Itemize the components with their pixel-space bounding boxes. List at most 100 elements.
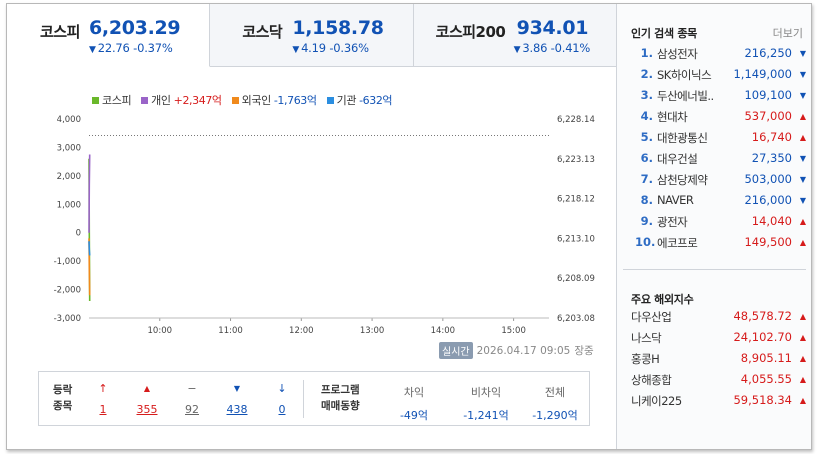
- breadth-count[interactable]: 0: [262, 403, 302, 416]
- world-index-item[interactable]: 나스닥 24,102.70 ▲: [617, 330, 812, 351]
- legend-individual[interactable]: 개인 +2,347억: [141, 92, 222, 108]
- y-right-tick-label: 6,228.14: [557, 115, 595, 125]
- stock-price: 16,740: [751, 130, 792, 144]
- down-arrow-icon: ▼: [799, 91, 806, 100]
- index-name: 나스닥: [631, 331, 662, 345]
- down-arrow-icon: ▼: [799, 49, 806, 58]
- popular-item[interactable]: 4. 현대차 537,000 ▲: [617, 109, 812, 130]
- up-arrow-icon: ▲: [799, 375, 806, 384]
- tab-value: 6,203.29: [89, 17, 181, 39]
- down-arrow-icon: ▼: [89, 45, 96, 55]
- stock-name[interactable]: 현대차: [657, 109, 727, 125]
- realtime-badge[interactable]: 실시간: [439, 342, 473, 359]
- fall-icon: ▼: [233, 384, 241, 393]
- world-index-item[interactable]: 다우산업 48,578.72 ▲: [617, 309, 812, 330]
- tab-value: 1,158.78: [292, 17, 384, 39]
- breadth-upper-limit: ↑ 1: [83, 382, 123, 416]
- index-name: 홍콩H: [631, 352, 660, 366]
- index-value: 4,055.55: [740, 372, 792, 386]
- breadth-count[interactable]: 92: [172, 403, 212, 416]
- tab-change: ▼ 3.86 -0.41%: [513, 41, 591, 55]
- world-index-item[interactable]: 상해종합 4,055.55 ▲: [617, 372, 812, 393]
- breadth-count[interactable]: 355: [127, 403, 167, 416]
- stock-name[interactable]: NAVER: [657, 193, 727, 207]
- sidebar-divider: [623, 269, 806, 270]
- down-arrow-icon: ▼: [799, 154, 806, 163]
- tab-kospi[interactable]: 코스피 6,203.29 ▼ 22.76 -0.37%: [7, 4, 211, 67]
- rank-number: 3.: [640, 88, 653, 102]
- index-name: 니케이225: [631, 394, 682, 408]
- popular-item[interactable]: 10. 에코프로 149,500 ▲: [617, 235, 812, 256]
- program-arbitrage: 차익 -49억: [399, 386, 429, 422]
- series-individual: [88, 154, 91, 233]
- rank-number: 9.: [640, 214, 653, 228]
- flat-icon: −: [187, 382, 197, 395]
- series-institution: [88, 241, 91, 256]
- breadth-count[interactable]: 1: [83, 403, 123, 416]
- y-left-tick-label: 1,000: [57, 200, 81, 210]
- popular-item[interactable]: 7. 삼천당제약 503,000 ▼: [617, 172, 812, 193]
- breadth-lower-limit: ↓ 0: [262, 382, 302, 416]
- tab-kosdaq[interactable]: 코스닥 1,158.78 ▼ 4.19 -0.36%: [210, 4, 414, 66]
- lower-limit-icon: ↓: [277, 382, 287, 395]
- rank-number: 5.: [640, 130, 653, 144]
- stock-price: 14,040: [751, 214, 792, 228]
- world-index-item[interactable]: 니케이225 59,518.34 ▲: [617, 393, 812, 414]
- y-left-tick-label: 4,000: [57, 115, 81, 125]
- popular-list: 1. 삼성전자 216,250 ▼ 2. SK하이닉스 1,149,000 ▼ 3. 두산에너빌.…: [617, 46, 812, 256]
- popular-item[interactable]: 3. 두산에너빌.. 109,100 ▼: [617, 88, 812, 109]
- rank-number: 10.: [635, 235, 656, 249]
- program-total: 전체 -1,290억: [532, 386, 578, 422]
- x-tick-label: 15:00: [501, 326, 526, 336]
- world-index-item[interactable]: 홍콩H 8,905.11 ▲: [617, 351, 812, 372]
- index-value: 8,905.11: [740, 351, 792, 365]
- index-name: 다우산업: [631, 310, 672, 324]
- up-arrow-icon: ▲: [799, 333, 806, 342]
- breadth-count[interactable]: 438: [217, 403, 257, 416]
- more-link[interactable]: 더보기: [773, 25, 803, 41]
- legend-kospi[interactable]: 코스피: [92, 92, 132, 108]
- y-left-tick-label: -1,000: [54, 257, 81, 267]
- world-index-list: 다우산업 48,578.72 ▲ 나스닥 24,102.70 ▲ 홍콩H 8,905.11 ▲ 상…: [617, 309, 812, 414]
- stock-name[interactable]: 에코프로: [657, 235, 727, 251]
- timestamp: 실시간 2026.04.17 09:05 장중: [439, 342, 594, 359]
- popular-item[interactable]: 5. 대한광통신 16,740 ▲: [617, 130, 812, 151]
- down-arrow-icon: ▼: [799, 196, 806, 205]
- market-widget: 코스피 6,203.29 ▼ 22.76 -0.37% 코스닥 1,158.78 …: [6, 3, 812, 450]
- index-value: 48,578.72: [733, 309, 792, 323]
- legend-swatch: [141, 96, 149, 104]
- program-section: 프로그램 매매동향 차익 -49억 비차익 -1,241억 전체 -1,290억: [303, 372, 589, 425]
- y-left-tick-label: -2,000: [54, 286, 81, 296]
- main-panel: 코스피 6,203.29 ▼ 22.76 -0.37% 코스닥 1,158.78 …: [7, 4, 616, 449]
- stock-price: 27,350: [751, 151, 792, 165]
- stock-name[interactable]: 두산에너빌..: [657, 88, 727, 104]
- up-arrow-icon: ▲: [799, 133, 806, 142]
- stock-name[interactable]: 삼천당제약: [657, 172, 727, 188]
- tab-name: 코스닥: [242, 23, 283, 41]
- stock-name[interactable]: SK하이닉스: [657, 67, 727, 83]
- stock-price: 1,149,000: [733, 67, 792, 81]
- popular-item[interactable]: 8. NAVER 216,000 ▼: [617, 193, 812, 214]
- breadth-fall: ▼ 438: [217, 382, 257, 416]
- x-tick-label: 11:00: [218, 326, 243, 336]
- popular-item[interactable]: 6. 대우건설 27,350 ▼: [617, 151, 812, 172]
- stock-price: 216,250: [744, 46, 792, 60]
- stock-name[interactable]: 대우건설: [657, 151, 727, 167]
- legend-institution[interactable]: 기관 -632억: [326, 92, 393, 108]
- popular-item[interactable]: 2. SK하이닉스 1,149,000 ▼: [617, 67, 812, 88]
- stock-name[interactable]: 삼성전자: [657, 46, 727, 62]
- stock-name[interactable]: 광전자: [657, 214, 727, 230]
- y-left-tick-label: 3,000: [57, 143, 81, 153]
- index-name: 상해종합: [631, 373, 672, 387]
- legend-foreign[interactable]: 외국인 -1,763억: [231, 92, 317, 108]
- program-nonarbitrage: 비차익 -1,241억: [463, 386, 509, 422]
- upper-limit-icon: ↑: [98, 382, 108, 395]
- popular-item[interactable]: 1. 삼성전자 216,250 ▼: [617, 46, 812, 67]
- tab-kospi200[interactable]: 코스피200 934.01 ▼ 3.86 -0.41%: [413, 4, 616, 66]
- popular-item[interactable]: 9. 광전자 14,040 ▲: [617, 214, 812, 235]
- x-tick-label: 10:00: [148, 326, 173, 336]
- stock-name[interactable]: 대한광통신: [657, 130, 727, 146]
- stock-price: 537,000: [744, 109, 792, 123]
- breadth-rise: ▲ 355: [127, 382, 167, 416]
- datetime: 2026.04.17 09:05: [476, 344, 571, 357]
